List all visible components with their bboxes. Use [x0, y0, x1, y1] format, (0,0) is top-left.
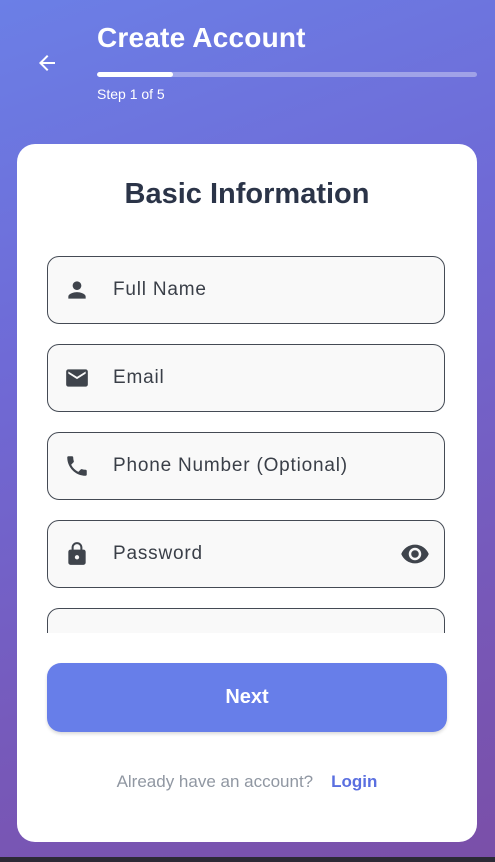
step-label: Step 1 of 5 [97, 86, 165, 102]
password-placeholder: Password [113, 543, 203, 564]
login-prompt: Already have an account? Login [17, 772, 477, 792]
password-field[interactable]: Password [47, 520, 445, 588]
email-placeholder: Email [113, 367, 165, 388]
full-name-field[interactable]: Full Name [47, 256, 445, 324]
full-name-placeholder: Full Name [113, 279, 207, 300]
progress-fill [97, 72, 173, 77]
next-button[interactable]: Next [47, 663, 447, 732]
phone-icon [64, 453, 90, 479]
phone-placeholder: Phone Number (Optional) [113, 455, 348, 476]
person-icon [64, 277, 90, 303]
section-title: Basic Information [124, 178, 370, 210]
page-title: Create Account [97, 22, 306, 53]
back-button[interactable] [28, 44, 66, 82]
email-icon [64, 365, 90, 391]
arrow-left-icon [39, 55, 55, 71]
fields-list: Full Name Email Phone Number (Optional) … [47, 256, 447, 633]
form-card: Basic Information Full Name Email Phone … [17, 144, 477, 842]
phone-field[interactable]: Phone Number (Optional) [47, 432, 445, 500]
progress-bar [97, 72, 477, 77]
bottom-edge [0, 857, 495, 862]
email-field[interactable]: Email [47, 344, 445, 412]
lock-icon [64, 541, 90, 567]
eye-icon[interactable] [400, 539, 430, 569]
header: Create Account Step 1 of 5 [0, 0, 495, 130]
login-link[interactable]: Login [331, 772, 377, 791]
login-prompt-text: Already have an account? [116, 772, 314, 791]
confirm-password-field-partial[interactable] [47, 608, 445, 633]
